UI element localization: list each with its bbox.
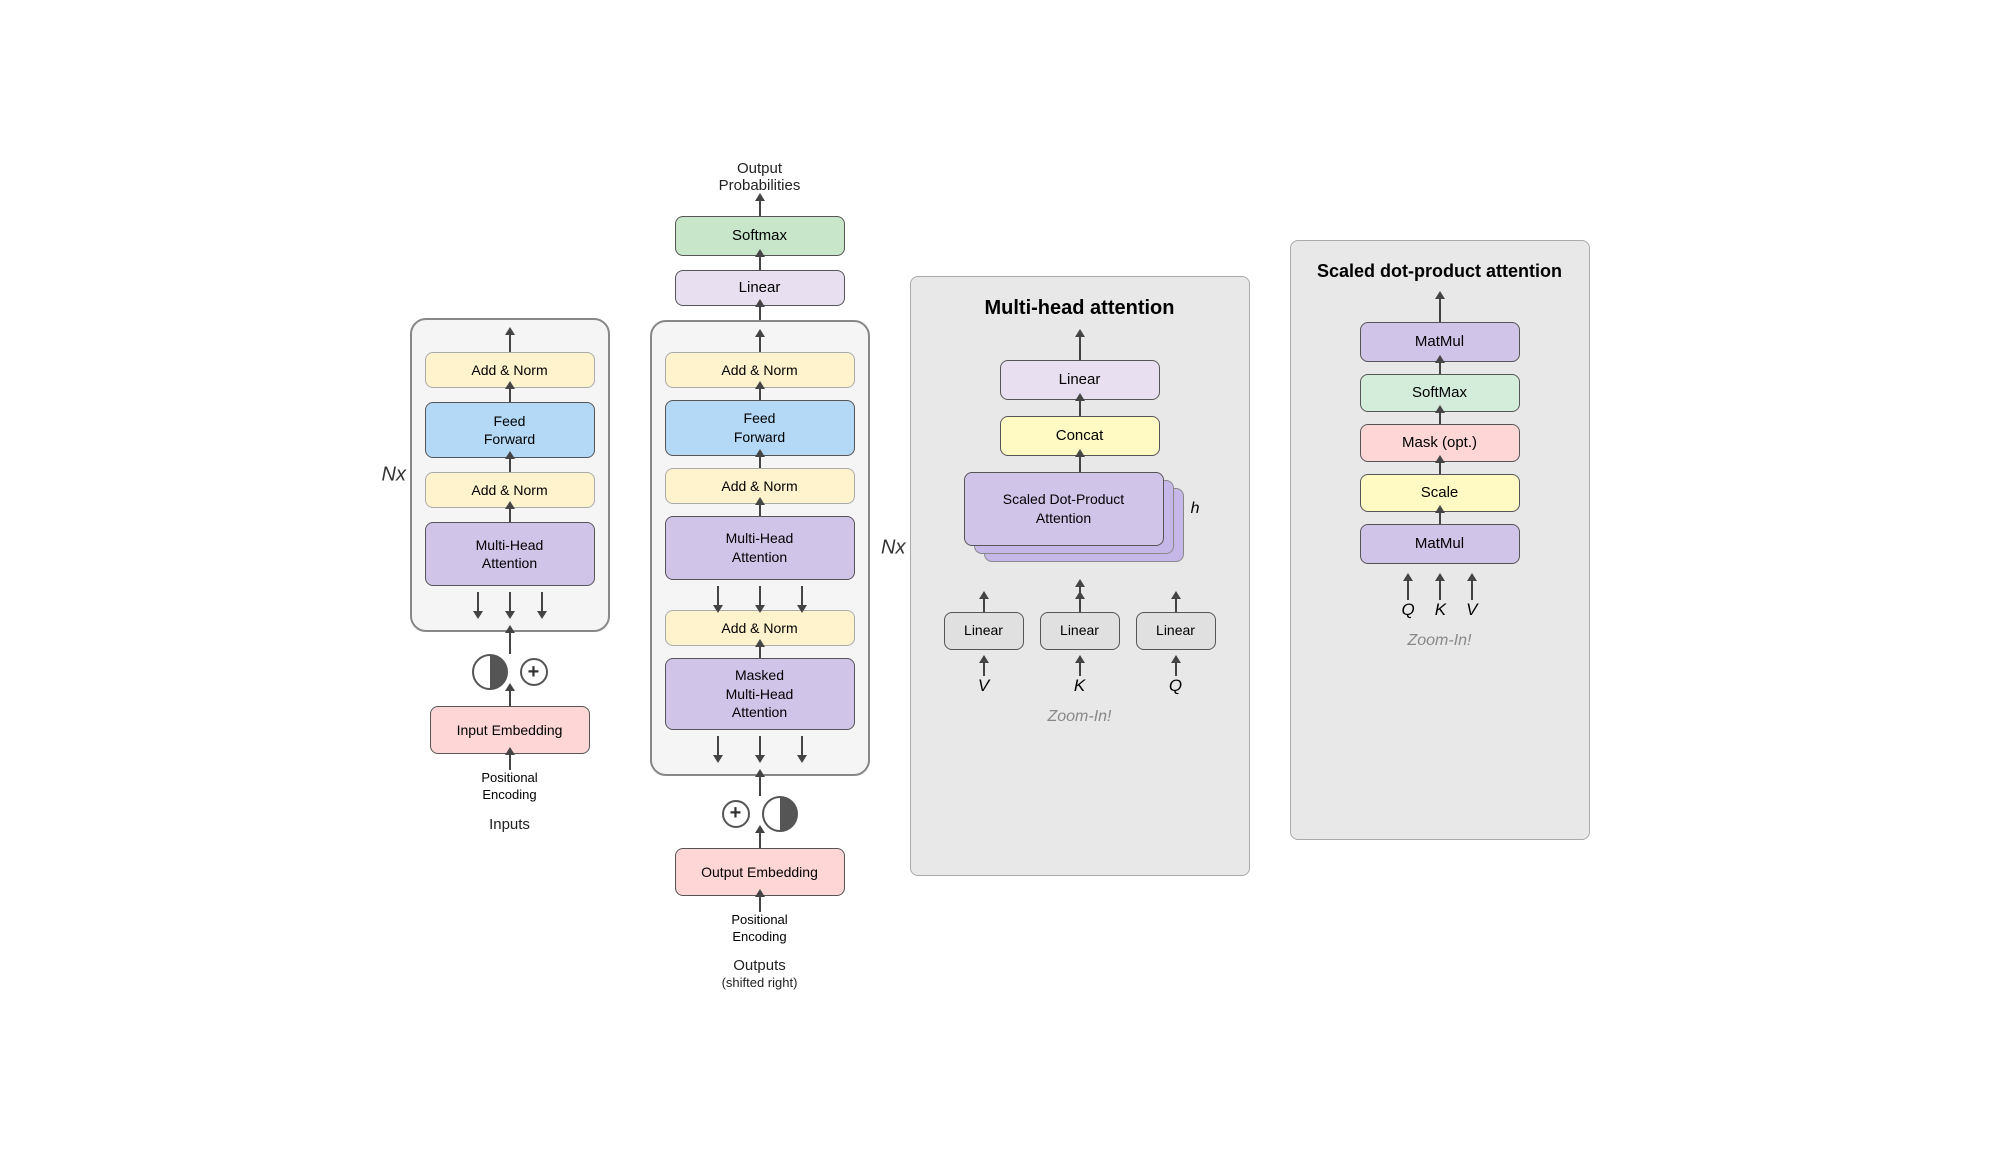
dec-arr-bk	[759, 736, 761, 756]
scaled-dot-product-panel: Scaled dot-product attention MatMul Soft…	[1290, 240, 1590, 840]
decoder-feed-forward: FeedForward	[665, 400, 855, 456]
decoder-multi-head-attention: Multi-HeadAttention	[665, 516, 855, 580]
encoder-arrow-7	[509, 754, 511, 770]
decoder-arrow-2	[759, 306, 761, 320]
encoder-arrow-1	[509, 334, 511, 352]
dec-arr-bv	[717, 736, 719, 756]
decoder-section: OutputProbabilities Softmax Linear Nx Ad…	[650, 160, 870, 992]
mha-zoom-label: Zoom-In!	[1047, 708, 1111, 726]
decoder-nx-label: Nx	[881, 536, 905, 559]
decoder-arrow-4	[759, 832, 761, 848]
encoder-pos-enc-label: PositionalEncoding	[481, 770, 537, 804]
main-container: Nx Add & Norm FeedForward Add & Norm	[0, 0, 1999, 1151]
mha-arrow-top	[1079, 336, 1081, 360]
sdp-zoom-label: Zoom-In!	[1407, 632, 1471, 650]
dec-arr-a1	[759, 336, 761, 352]
decoder-arrow-3	[759, 776, 761, 796]
mha-arrow-1	[1079, 400, 1081, 416]
encoder-arrow-2	[509, 388, 511, 402]
encoder-block-container: Add & Norm FeedForward Add & Norm Multi-…	[410, 318, 610, 632]
dec-arr-mask	[759, 646, 761, 658]
mha-linear-k: Linear	[1040, 612, 1120, 650]
dec-arr-ff	[759, 388, 761, 400]
encoder-arrow-6	[509, 690, 511, 706]
encoder-arrow-3	[509, 458, 511, 472]
mha-q-label: Q	[1169, 676, 1182, 696]
decoder-pos-enc-symbol	[762, 796, 798, 832]
sdp-arrow-top	[1439, 298, 1441, 322]
dec-arr-v	[717, 586, 719, 606]
sdp-matmul-bottom: MatMul	[1360, 524, 1520, 564]
decoder-arrow-1	[759, 256, 761, 270]
encoder-nx-label: Nx	[382, 464, 406, 487]
decoder-block-container: Add & Norm FeedForward Add & Norm Multi-…	[650, 320, 870, 776]
mha-linear-row: Linear Linear Linear	[944, 598, 1216, 650]
sdp-panel-title: Scaled dot-product attention	[1317, 261, 1562, 282]
encoder-section: Nx Add & Norm FeedForward Add & Norm	[410, 318, 610, 833]
sdp-k-label: K	[1435, 600, 1446, 620]
mha-sdpa-stack: Scaled Dot-ProductAttention h	[960, 472, 1200, 582]
decoder-stack: OutputProbabilities Softmax Linear Nx Ad…	[650, 160, 870, 992]
encoder-plus-symbol: +	[520, 658, 548, 686]
enc-arr-v	[477, 592, 479, 612]
dec-arr-k	[759, 586, 761, 606]
page-layout: Nx Add & Norm FeedForward Add & Norm	[370, 130, 1630, 1022]
encoder-pos-enc-symbol	[472, 654, 508, 690]
encoder-multi-head-attention: Multi-HeadAttention	[425, 522, 595, 586]
mha-vkq-labels: V K Q	[944, 662, 1216, 696]
decoder-pos-enc-label: PositionalEncoding	[731, 912, 787, 946]
dec-arr-q	[801, 586, 803, 606]
decoder-plus-symbol: +	[722, 800, 750, 828]
sdp-qkv-labels: Q K V	[1402, 580, 1478, 620]
decoder-output-prob-label: OutputProbabilities	[719, 160, 801, 194]
dec-arr-bq	[801, 736, 803, 756]
enc-arr-q	[541, 592, 543, 612]
dec-arr-a2	[759, 456, 761, 468]
sdp-inner-stack: MatMul SoftMax Mask (opt.) Scale MatMul	[1315, 298, 1565, 620]
mha-arrow-2	[1079, 456, 1081, 472]
mha-v-label: V	[978, 676, 989, 696]
mha-inner-stack: Linear Concat Scaled Dot-ProductAttentio…	[935, 336, 1225, 696]
encoder-arrow-5	[509, 632, 511, 654]
mha-panel-title: Multi-head attention	[985, 297, 1175, 320]
dec-arr-mha	[759, 504, 761, 516]
enc-arr-k	[509, 592, 511, 612]
decoder-outputs-label: Outputs(shifted right)	[722, 957, 798, 991]
sdp-q-label: Q	[1402, 600, 1415, 620]
mha-linear-v: Linear	[944, 612, 1024, 650]
mha-k-label: K	[1074, 676, 1085, 696]
mha-linear-q: Linear	[1136, 612, 1216, 650]
encoder-inputs-label: Inputs	[489, 816, 530, 833]
mha-sdpa-main: Scaled Dot-ProductAttention	[964, 472, 1164, 546]
sdp-v-label: V	[1466, 600, 1477, 620]
mha-h-label: h	[1191, 500, 1200, 518]
encoder-feed-forward: FeedForward	[425, 402, 595, 458]
decoder-masked-attention: MaskedMulti-HeadAttention	[665, 658, 855, 730]
encoder-arrow-4	[509, 508, 511, 522]
decoder-arrow-top	[759, 200, 761, 216]
encoder-stack: Nx Add & Norm FeedForward Add & Norm	[410, 318, 610, 833]
multi-head-attention-panel: Multi-head attention Linear Concat Scale…	[910, 276, 1250, 876]
decoder-arrow-5	[759, 896, 761, 912]
